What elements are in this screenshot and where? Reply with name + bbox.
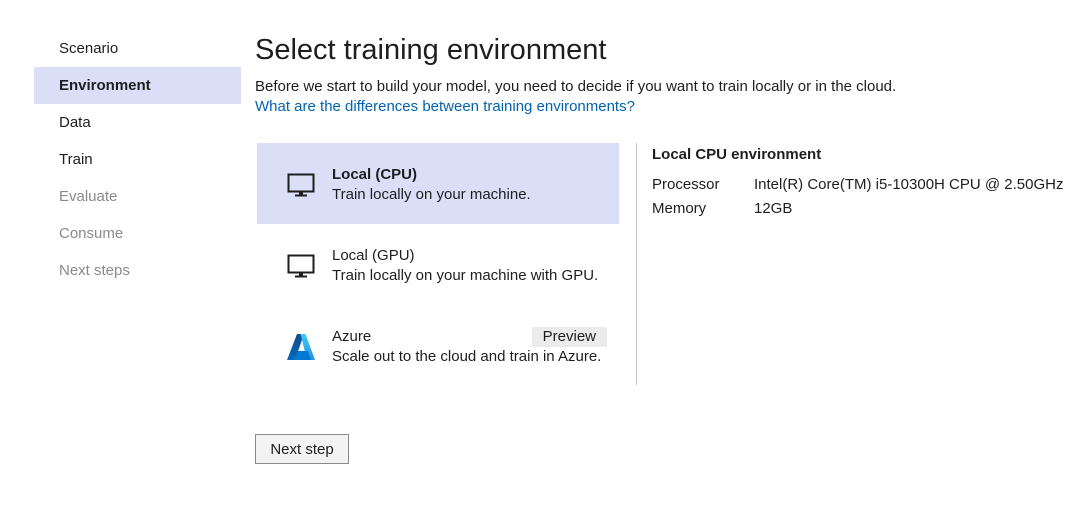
nav-item-evaluate: Evaluate bbox=[59, 188, 118, 205]
option-local-cpu[interactable]: Local (CPU) Train locally on your machin… bbox=[257, 143, 619, 224]
nav-item-environment[interactable]: Environment bbox=[34, 67, 241, 104]
processor-label: Processor bbox=[652, 176, 720, 193]
option-name: Azure bbox=[332, 328, 372, 345]
memory-label: Memory bbox=[652, 200, 707, 217]
nav-item-scenario[interactable]: Scenario bbox=[34, 30, 241, 67]
preview-badge: Preview bbox=[531, 327, 607, 347]
vertical-divider bbox=[636, 143, 637, 385]
page-description: Before we start to build your model, you… bbox=[255, 78, 897, 95]
option-azure[interactable]: Azure Preview Scale out to the cloud and… bbox=[257, 305, 619, 386]
step-navigation: Scenario Environment Data Train Evaluate… bbox=[34, 30, 241, 289]
memory-value: 12GB bbox=[754, 200, 793, 217]
nav-item-consume: Consume bbox=[59, 225, 124, 242]
processor-value: Intel(R) Core(TM) i5-10300H CPU @ 2.50GH… bbox=[754, 176, 1064, 193]
azure-logo-icon bbox=[287, 334, 315, 360]
environment-options: Local (CPU) Train locally on your machin… bbox=[257, 143, 619, 386]
option-local-gpu[interactable]: Local (GPU) Train locally on your machin… bbox=[257, 224, 619, 305]
monitor-icon bbox=[287, 254, 315, 278]
option-name: Local (CPU) bbox=[332, 166, 418, 183]
option-description: Scale out to the cloud and train in Azur… bbox=[332, 348, 602, 365]
option-description: Train locally on your machine. bbox=[332, 186, 531, 203]
option-description: Train locally on your machine with GPU. bbox=[332, 267, 599, 284]
nav-item-train[interactable]: Train bbox=[34, 141, 241, 178]
details-title: Local CPU environment bbox=[652, 146, 822, 163]
nav-item-next-steps: Next steps bbox=[59, 262, 130, 279]
nav-item-data[interactable]: Data bbox=[34, 104, 241, 141]
monitor-icon bbox=[287, 173, 315, 197]
model-builder-page: Scenario Environment Data Train Evaluate… bbox=[0, 0, 1088, 515]
next-step-button[interactable]: Next step bbox=[255, 434, 349, 464]
environment-differences-link[interactable]: What are the differences between trainin… bbox=[255, 98, 635, 115]
page-title: Select training environment bbox=[255, 34, 607, 66]
option-name: Local (GPU) bbox=[332, 247, 415, 264]
